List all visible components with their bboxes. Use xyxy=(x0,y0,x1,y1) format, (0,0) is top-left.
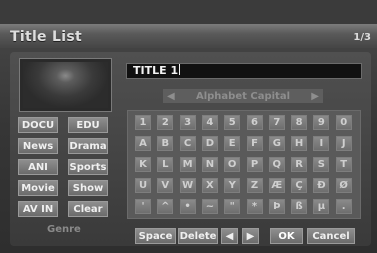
ok-button[interactable]: OK xyxy=(270,228,303,244)
key-r0-c6[interactable]: 7 xyxy=(268,115,285,130)
key-r3-c2[interactable]: W xyxy=(179,178,196,193)
key-r1-c6[interactable]: G xyxy=(268,136,285,151)
delete-button[interactable]: Delete xyxy=(178,228,218,244)
genre-sports-button[interactable]: Sports xyxy=(68,159,108,175)
charset-label: Alphabet Capital xyxy=(195,90,291,102)
key-r2-c2[interactable]: M xyxy=(179,157,196,172)
key-r0-c3[interactable]: 4 xyxy=(201,115,218,130)
key-r4-c6[interactable]: Þ xyxy=(268,199,285,214)
key-r3-c7[interactable]: Ç xyxy=(291,178,308,193)
key-r2-c7[interactable]: R xyxy=(291,157,308,172)
genre-news-button[interactable]: News xyxy=(18,138,58,154)
genre-show-button[interactable]: Show xyxy=(68,180,108,196)
key-r0-c9[interactable]: 0 xyxy=(335,115,352,130)
key-r3-c1[interactable]: V xyxy=(157,178,174,193)
cancel-button[interactable]: Cancel xyxy=(307,228,355,244)
key-r1-c1[interactable]: B xyxy=(157,136,174,151)
key-r4-c9[interactable]: . xyxy=(335,199,352,214)
key-r4-c4[interactable]: " xyxy=(224,199,241,214)
key-r2-c5[interactable]: P xyxy=(246,157,263,172)
key-r0-c8[interactable]: 9 xyxy=(313,115,330,130)
key-r0-c0[interactable]: 1 xyxy=(135,115,151,130)
key-r2-c4[interactable]: O xyxy=(224,157,241,172)
key-r2-c9[interactable]: T xyxy=(335,157,352,172)
page-title: Title List xyxy=(10,29,82,45)
key-r3-c9[interactable]: Ø xyxy=(335,178,352,193)
key-r1-c7[interactable]: H xyxy=(291,136,308,151)
genre-drama-button[interactable]: Drama xyxy=(68,138,108,154)
key-r1-c4[interactable]: E xyxy=(224,136,241,151)
key-r2-c3[interactable]: N xyxy=(201,157,218,172)
key-r4-c1[interactable]: ^ xyxy=(157,199,174,214)
key-r1-c3[interactable]: D xyxy=(201,136,218,151)
key-r1-c5[interactable]: F xyxy=(246,136,263,151)
title-input-value: TITLE 1 xyxy=(133,64,179,77)
key-r4-c8[interactable]: µ xyxy=(313,199,330,214)
genre-avin-button[interactable]: AV IN xyxy=(18,201,58,217)
cursor-left-button[interactable]: ◀ xyxy=(221,228,238,244)
key-r1-c8[interactable]: I xyxy=(313,136,330,151)
page-counter: 1/3 xyxy=(353,32,371,43)
onscreen-keyboard: 1234567890 ABCDEFGHIJ KLMNOPQRST UVWXYZÆÇÐØ… xyxy=(127,110,361,219)
header-top-strip xyxy=(0,0,377,24)
genre-clear-button[interactable]: Clear xyxy=(68,201,108,217)
key-r0-c1[interactable]: 2 xyxy=(157,115,174,130)
key-r2-c8[interactable]: S xyxy=(313,157,330,172)
key-r3-c6[interactable]: Æ xyxy=(268,178,285,193)
key-r3-c8[interactable]: Ð xyxy=(313,178,330,193)
genre-edu-button[interactable]: EDU xyxy=(68,117,108,133)
key-r4-c5[interactable]: * xyxy=(246,199,263,214)
key-r1-c9[interactable]: J xyxy=(335,136,352,151)
key-r4-c0[interactable]: ' xyxy=(135,199,151,214)
thumbnail-image xyxy=(23,62,108,108)
charset-selector[interactable]: ◀ Alphabet Capital ▶ xyxy=(163,89,323,103)
key-r2-c6[interactable]: Q xyxy=(268,157,285,172)
key-r1-c0[interactable]: A xyxy=(135,136,151,151)
key-r0-c4[interactable]: 5 xyxy=(224,115,241,130)
key-r0-c2[interactable]: 3 xyxy=(179,115,196,130)
genre-docu-button[interactable]: DOCU xyxy=(18,117,58,133)
key-r4-c3[interactable]: ~ xyxy=(201,199,218,214)
genre-ani-button[interactable]: ANI xyxy=(18,159,58,175)
key-r3-c0[interactable]: U xyxy=(135,178,151,193)
key-r3-c4[interactable]: Y xyxy=(224,178,241,193)
key-r2-c0[interactable]: K xyxy=(135,157,151,172)
genre-label: Genre xyxy=(47,224,81,235)
charset-left-arrow-icon[interactable]: ◀ xyxy=(167,91,175,102)
key-r2-c1[interactable]: L xyxy=(157,157,174,172)
key-r4-c2[interactable]: • xyxy=(179,199,196,214)
key-r1-c2[interactable]: C xyxy=(179,136,196,151)
title-thumbnail xyxy=(19,58,112,112)
key-r3-c3[interactable]: X xyxy=(201,178,218,193)
title-input[interactable]: TITLE 1 xyxy=(126,63,362,79)
key-r0-c7[interactable]: 8 xyxy=(291,115,308,130)
space-button[interactable]: Space xyxy=(135,228,176,244)
text-cursor xyxy=(179,64,181,75)
key-r0-c5[interactable]: 6 xyxy=(246,115,263,130)
cursor-right-button[interactable]: ▶ xyxy=(242,228,259,244)
key-r4-c7[interactable]: ß xyxy=(291,199,308,214)
charset-right-arrow-icon[interactable]: ▶ xyxy=(311,91,319,102)
genre-movie-button[interactable]: Movie xyxy=(18,180,58,196)
key-r3-c5[interactable]: Z xyxy=(246,178,263,193)
